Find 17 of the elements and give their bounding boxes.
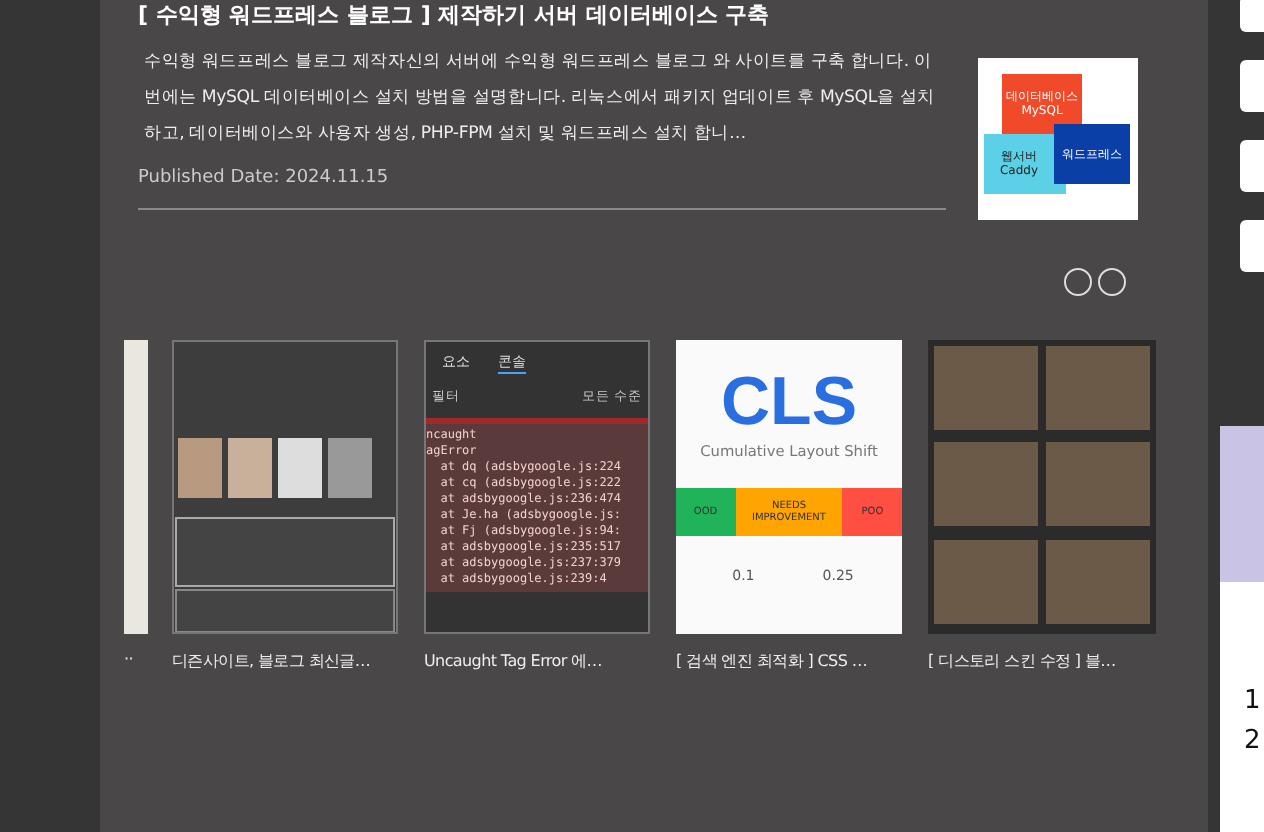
post-caption[interactable]: 디즌사이트, 블로그 최신글…: [172, 650, 400, 672]
blog-screenshot-drawing[interactable]: [172, 340, 398, 634]
published-date: Published Date: 2024.11.15: [138, 168, 391, 188]
next-button[interactable]: [1098, 268, 1126, 296]
post-caption[interactable]: [ 검색 엔진 최적화 ] CSS …: [676, 650, 904, 672]
previous-button[interactable]: [1064, 268, 1092, 296]
rank-number: 1: [1242, 684, 1263, 720]
cls-heading: CLS: [721, 364, 857, 442]
post-title[interactable]: [ 수익형 워드프레스 블로그 ] 제작하기 서버 데이터베이스 구축: [138, 0, 946, 32]
post-caption[interactable]: Uncaught Tag Error 에…: [424, 650, 652, 672]
console-screenshot[interactable]: [424, 340, 650, 634]
post-caption[interactable]: [ 디스토리 스킨 수정 ] 블…: [928, 650, 1156, 672]
rank-number: 2: [1242, 724, 1263, 760]
video-grid-drawing[interactable]: [928, 340, 1156, 634]
post-caption[interactable]: ··: [124, 650, 148, 668]
post-summary: 수익형 워드프레스 블로그 제작자신의 서버에 수익형 워드프레스 블로그 와 사이트를 구축 합니다. 이번에는 MySQL 데이터베이스 설치 방법을 설명합니다. 리눅스에서 패키지 업데이트 후 MySQL을 설치하고, 데이터베이스와 사용자 생성, PHP-FPM 설치 및 워드프레스 설치 합니…: [144, 50, 937, 148]
thumbnail-image[interactable]: [124, 340, 148, 634]
